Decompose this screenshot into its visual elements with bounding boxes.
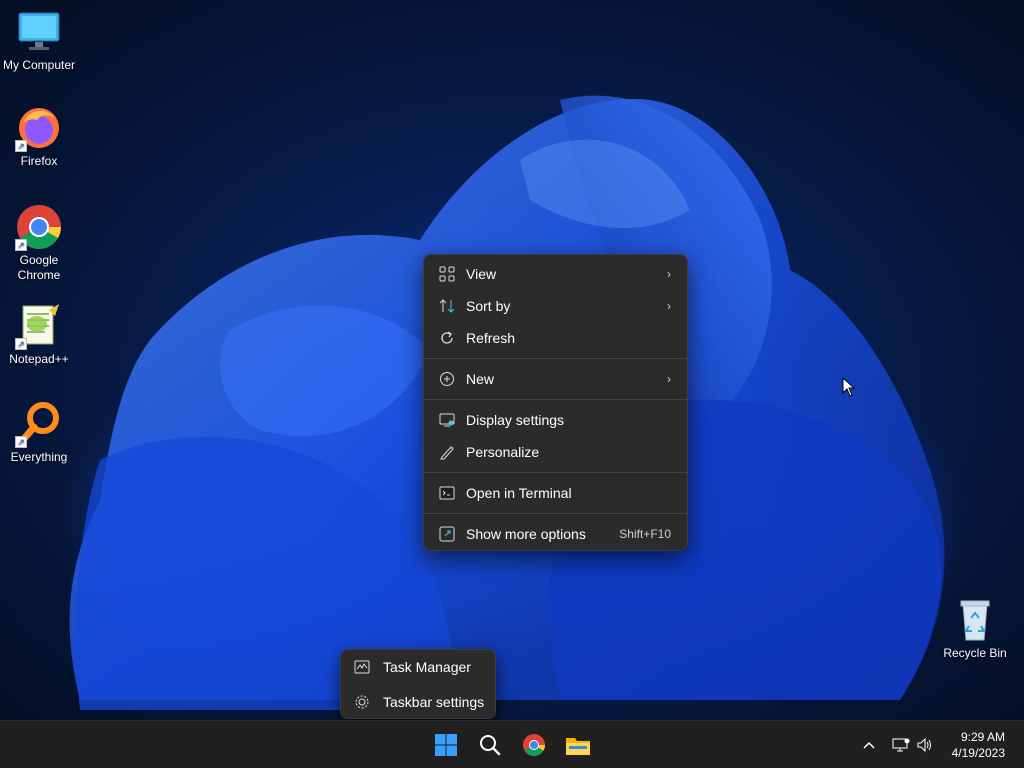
clock[interactable]: 9:29 AM 4/19/2023 <box>952 729 1005 761</box>
shortcut-arrow-icon: ↗ <box>15 338 27 350</box>
menu-item-show-more-options[interactable]: Show more options Shift+F10 <box>428 519 683 549</box>
desktop-icon-label: Recycle Bin <box>943 646 1007 660</box>
chrome-icon <box>523 734 545 756</box>
start-button[interactable] <box>428 727 464 763</box>
plus-circle-icon <box>438 370 456 388</box>
menu-item-refresh[interactable]: Refresh <box>428 323 683 353</box>
shortcut-arrow-icon: ↗ <box>15 239 27 251</box>
menu-item-open-terminal[interactable]: Open in Terminal <box>428 478 683 508</box>
chevron-right-icon: › <box>667 372 671 386</box>
menu-item-taskbar-settings[interactable]: Taskbar settings <box>345 687 491 717</box>
menu-separator <box>424 358 687 359</box>
menu-item-view[interactable]: View › <box>428 259 683 289</box>
desktop-icon-chrome[interactable]: ↗ Google Chrome <box>0 203 78 283</box>
desktop-icon-label: My Computer <box>2 58 76 72</box>
recycle-bin-icon <box>951 596 999 644</box>
taskbar-context-menu: Task Manager Taskbar settings <box>340 649 496 719</box>
menu-item-label: Task Manager <box>383 659 471 675</box>
refresh-icon <box>438 329 456 347</box>
menu-item-label: Sort by <box>466 298 511 314</box>
search-button[interactable] <box>472 727 508 763</box>
shortcut-arrow-icon: ↗ <box>15 140 27 152</box>
desktop-icon-notepadpp[interactable]: ↗ Notepad++ <box>0 302 78 367</box>
taskbar-file-explorer-button[interactable] <box>560 727 596 763</box>
clock-date: 4/19/2023 <box>951 746 1005 760</box>
desktop-icon-label: Google Chrome <box>17 253 61 282</box>
chevron-right-icon: › <box>667 299 671 313</box>
shortcut-arrow-icon: ↗ <box>15 436 27 448</box>
desktop-icon-everything[interactable]: ↗ Everything <box>0 400 78 465</box>
menu-item-personalize[interactable]: Personalize <box>428 437 683 467</box>
chrome-icon: ↗ <box>15 203 63 251</box>
chevron-up-icon <box>863 741 875 749</box>
desktop-icon-recycle-bin[interactable]: Recycle Bin <box>936 596 1014 661</box>
menu-separator <box>424 513 687 514</box>
menu-item-label: Personalize <box>466 444 540 460</box>
desktop-icon-my-computer[interactable]: My Computer <box>0 8 78 73</box>
volume-button[interactable] <box>914 733 936 757</box>
menu-item-sort-by[interactable]: Sort by › <box>428 291 683 321</box>
desktop-icon-label: Notepad++ <box>9 352 69 366</box>
display-icon <box>438 411 456 429</box>
menu-item-label: View <box>466 266 497 282</box>
clock-time: 9:29 AM <box>960 730 1005 744</box>
volume-icon <box>917 737 931 753</box>
terminal-icon <box>438 484 456 502</box>
menu-item-label: Taskbar settings <box>383 694 485 710</box>
firefox-icon: ↗ <box>15 104 63 152</box>
magnifier-icon: ↗ <box>15 400 63 448</box>
menu-separator <box>424 399 687 400</box>
search-icon <box>480 735 501 756</box>
start-icon <box>435 734 457 756</box>
desktop-context-menu: View › Sort by › Refresh New › Display s… <box>423 254 688 551</box>
menu-item-label: Refresh <box>466 330 516 346</box>
menu-item-label: Open in Terminal <box>466 485 572 501</box>
keyboard-shortcut: Shift+F10 <box>619 527 671 541</box>
menu-item-label: Show more options <box>466 526 586 542</box>
pencil-icon <box>438 443 456 461</box>
grid-view-icon <box>438 265 456 283</box>
network-icon <box>892 738 910 752</box>
menu-item-new[interactable]: New › <box>428 364 683 394</box>
show-hidden-icons-button[interactable] <box>860 733 878 757</box>
file-explorer-icon <box>566 738 590 755</box>
desktop-icon-label: Everything <box>10 450 68 464</box>
notepadpp-icon: ↗ <box>15 302 63 350</box>
taskbar-chrome-button[interactable] <box>516 727 552 763</box>
taskbar: 9:29 AM 4/19/2023 <box>0 720 1024 768</box>
mouse-cursor-icon <box>842 376 856 402</box>
desktop-icon-firefox[interactable]: ↗ Firefox <box>0 104 78 169</box>
sort-icon <box>438 297 456 315</box>
network-status-button[interactable] <box>890 733 912 757</box>
menu-item-display-settings[interactable]: Display settings <box>428 405 683 435</box>
monitor-icon <box>15 8 63 56</box>
desktop-icon-label: Firefox <box>20 154 58 168</box>
menu-item-label: Display settings <box>466 412 565 428</box>
menu-item-task-manager[interactable]: Task Manager <box>345 652 491 682</box>
share-icon <box>438 525 456 543</box>
menu-item-label: New <box>466 371 495 387</box>
task-manager-icon <box>353 658 371 676</box>
chevron-right-icon: › <box>667 267 671 281</box>
menu-separator <box>424 472 687 473</box>
gear-icon <box>353 693 371 711</box>
